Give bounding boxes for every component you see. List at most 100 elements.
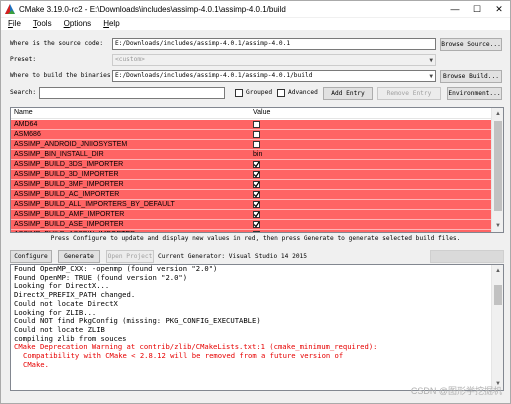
cache-entry-name: ASSIMP_ANDROID_JNIIOSYSTEM (14, 141, 128, 148)
table-row[interactable]: ASM686 (11, 130, 492, 140)
cmake-window: CMake 3.19.0-rc2 - E:\Downloads\includes… (0, 0, 511, 404)
cache-entry-value[interactable]: bin (253, 151, 262, 158)
configure-hint: Press Configure to update and display ne… (50, 235, 461, 242)
configure-button[interactable]: Configure (10, 250, 52, 263)
checked-icon[interactable] (253, 211, 260, 218)
column-value-header[interactable]: Value (253, 109, 270, 116)
browse-build-button[interactable]: Browse Build... (440, 70, 502, 83)
advanced-label: Advanced (288, 89, 318, 96)
checked-icon[interactable] (253, 181, 260, 188)
column-name-header[interactable]: Name (14, 109, 33, 116)
scroll-thumb[interactable] (494, 121, 502, 211)
build-path-select[interactable]: E:/Downloads/includes/assimp-4.0.1/assim… (112, 70, 436, 82)
scroll-down-icon[interactable]: ▼ (492, 220, 503, 232)
preset-row: Preset: <custom> ▼ (1, 54, 510, 67)
environment-button[interactable]: Environment... (447, 87, 502, 100)
table-row[interactable]: ASSIMP_BUILD_ASE_IMPORTER (11, 220, 492, 230)
build-row: Where to build the binaries: E:/Download… (1, 70, 510, 83)
add-entry-button[interactable]: Add Entry (323, 87, 373, 100)
checked-icon[interactable] (253, 171, 260, 178)
table-row[interactable]: ASSIMP_BUILD_3D_IMPORTER (11, 170, 492, 180)
menu-bar: File Tools Options Help (1, 18, 510, 30)
cache-entry-checkbox[interactable] (253, 161, 260, 168)
checked-icon[interactable] (253, 231, 260, 232)
cache-entry-checkbox[interactable] (253, 171, 260, 178)
log-lines: Found OpenMP_CXX: -openmp (found version… (11, 265, 503, 369)
remove-entry-button[interactable]: Remove Entry (377, 87, 441, 100)
cache-entry-name: ASSIMP_BUILD_AMF_IMPORTER (14, 211, 125, 218)
title-bar: CMake 3.19.0-rc2 - E:\Downloads\includes… (1, 1, 510, 17)
source-path-field[interactable]: E:/Downloads/includes/assimp-4.0.1/assim… (112, 38, 436, 50)
cache-entry-checkbox[interactable] (253, 231, 260, 232)
minimize-button[interactable]: — (444, 1, 466, 17)
maximize-button[interactable]: ☐ (466, 1, 488, 17)
unchecked-icon[interactable] (253, 121, 260, 128)
table-row[interactable]: ASSIMP_BUILD_ASSBIN_IMPORTER (11, 230, 492, 232)
cache-entry-checkbox[interactable] (253, 141, 260, 148)
table-row[interactable]: ASSIMP_BUILD_3DS_IMPORTER (11, 160, 492, 170)
cache-entry-checkbox[interactable] (253, 121, 260, 128)
unchecked-icon[interactable] (253, 131, 260, 138)
log-line: CMake. (23, 359, 49, 369)
build-path-value: E:/Downloads/includes/assimp-4.0.1/assim… (115, 72, 313, 79)
scroll-up-icon[interactable]: ▲ (492, 108, 503, 120)
generate-button[interactable]: Generate (58, 250, 100, 263)
checked-icon[interactable] (253, 191, 260, 198)
menu-tools[interactable]: Tools (26, 18, 57, 30)
cache-entry-checkbox[interactable] (253, 191, 260, 198)
output-log[interactable]: Found OpenMP_CXX: -openmp (found version… (10, 264, 504, 391)
table-row[interactable]: AMD64 (11, 120, 492, 130)
cache-entry-checkbox[interactable] (253, 181, 260, 188)
search-label: Search: (10, 89, 37, 96)
table-scrollbar[interactable]: ▲ ▼ (491, 108, 503, 232)
table-row[interactable]: ASSIMP_BIN_INSTALL_DIR bin (11, 150, 492, 160)
cache-entry-checkbox[interactable] (253, 221, 260, 228)
preset-select[interactable]: <custom> ▼ (112, 54, 436, 66)
cache-entry-name: ASSIMP_BUILD_3DS_IMPORTER (14, 161, 124, 168)
scroll-up-icon[interactable]: ▲ (492, 265, 503, 277)
search-input[interactable] (39, 87, 225, 99)
checked-icon[interactable] (253, 201, 260, 208)
chevron-down-icon: ▼ (429, 73, 433, 80)
advanced-checkbox[interactable] (277, 89, 285, 97)
cache-entry-name: ASSIMP_BUILD_ALL_IMPORTERS_BY_DEFAULT (14, 201, 175, 208)
scroll-thumb[interactable] (494, 285, 502, 305)
source-label: Where is the source code: (10, 40, 104, 47)
menu-file[interactable]: File (1, 18, 26, 30)
open-project-button[interactable]: Open Project (106, 250, 154, 263)
browse-source-button[interactable]: Browse Source... (440, 38, 502, 51)
table-rows: AMD64 ASM686 ASSIMP_ANDROID_JNIIOSYSTEM ASS… (11, 120, 492, 232)
cache-entry-name: ASSIMP_BUILD_ASE_IMPORTER (14, 221, 124, 228)
table-row[interactable]: ASSIMP_BUILD_3MF_IMPORTER (11, 180, 492, 190)
grouped-label: Grouped (246, 89, 273, 96)
close-button[interactable]: ✕ (488, 1, 510, 17)
source-row: Where is the source code: E:/Downloads/i… (1, 38, 510, 51)
cache-entry-checkbox[interactable] (253, 211, 260, 218)
table-row[interactable]: ASSIMP_BUILD_AMF_IMPORTER (11, 210, 492, 220)
table-row[interactable]: ASSIMP_BUILD_AC_IMPORTER (11, 190, 492, 200)
table-header: Name Value (11, 108, 492, 119)
table-row[interactable]: ASSIMP_BUILD_ALL_IMPORTERS_BY_DEFAULT (11, 200, 492, 210)
log-scrollbar[interactable]: ▲ ▼ (491, 265, 503, 390)
table-row[interactable]: ASSIMP_ANDROID_JNIIOSYSTEM (11, 140, 492, 150)
checked-icon[interactable] (253, 161, 260, 168)
cache-table[interactable]: Name Value AMD64 ASM686 ASSIMP_ANDROID_JNI… (10, 107, 504, 233)
unchecked-icon[interactable] (253, 141, 260, 148)
current-generator-label: Current Generator: Visual Studio 14 2015 (158, 253, 308, 260)
cache-entry-name: ASM686 (14, 131, 41, 138)
menu-options[interactable]: Options (57, 18, 97, 30)
cache-entry-name: ASSIMP_BUILD_AC_IMPORTER (14, 191, 120, 198)
menu-help[interactable]: Help (96, 18, 124, 30)
build-label: Where to build the binaries: (10, 72, 115, 79)
cache-entry-checkbox[interactable] (253, 201, 260, 208)
cache-entry-name: AMD64 (14, 121, 38, 128)
window-title: CMake 3.19.0-rc2 - E:\Downloads\includes… (19, 4, 286, 14)
search-row: Search: Grouped Advanced Add Entry Remov… (1, 87, 510, 100)
cache-entry-name: ASSIMP_BUILD_3MF_IMPORTER (14, 181, 124, 188)
chevron-down-icon: ▼ (429, 57, 433, 64)
checked-icon[interactable] (253, 221, 260, 228)
cache-entry-checkbox[interactable] (253, 131, 260, 138)
log-line: Compatibility with CMake < 2.8.12 will b… (23, 351, 344, 361)
progress-bar (430, 250, 504, 263)
grouped-checkbox[interactable] (235, 89, 243, 97)
